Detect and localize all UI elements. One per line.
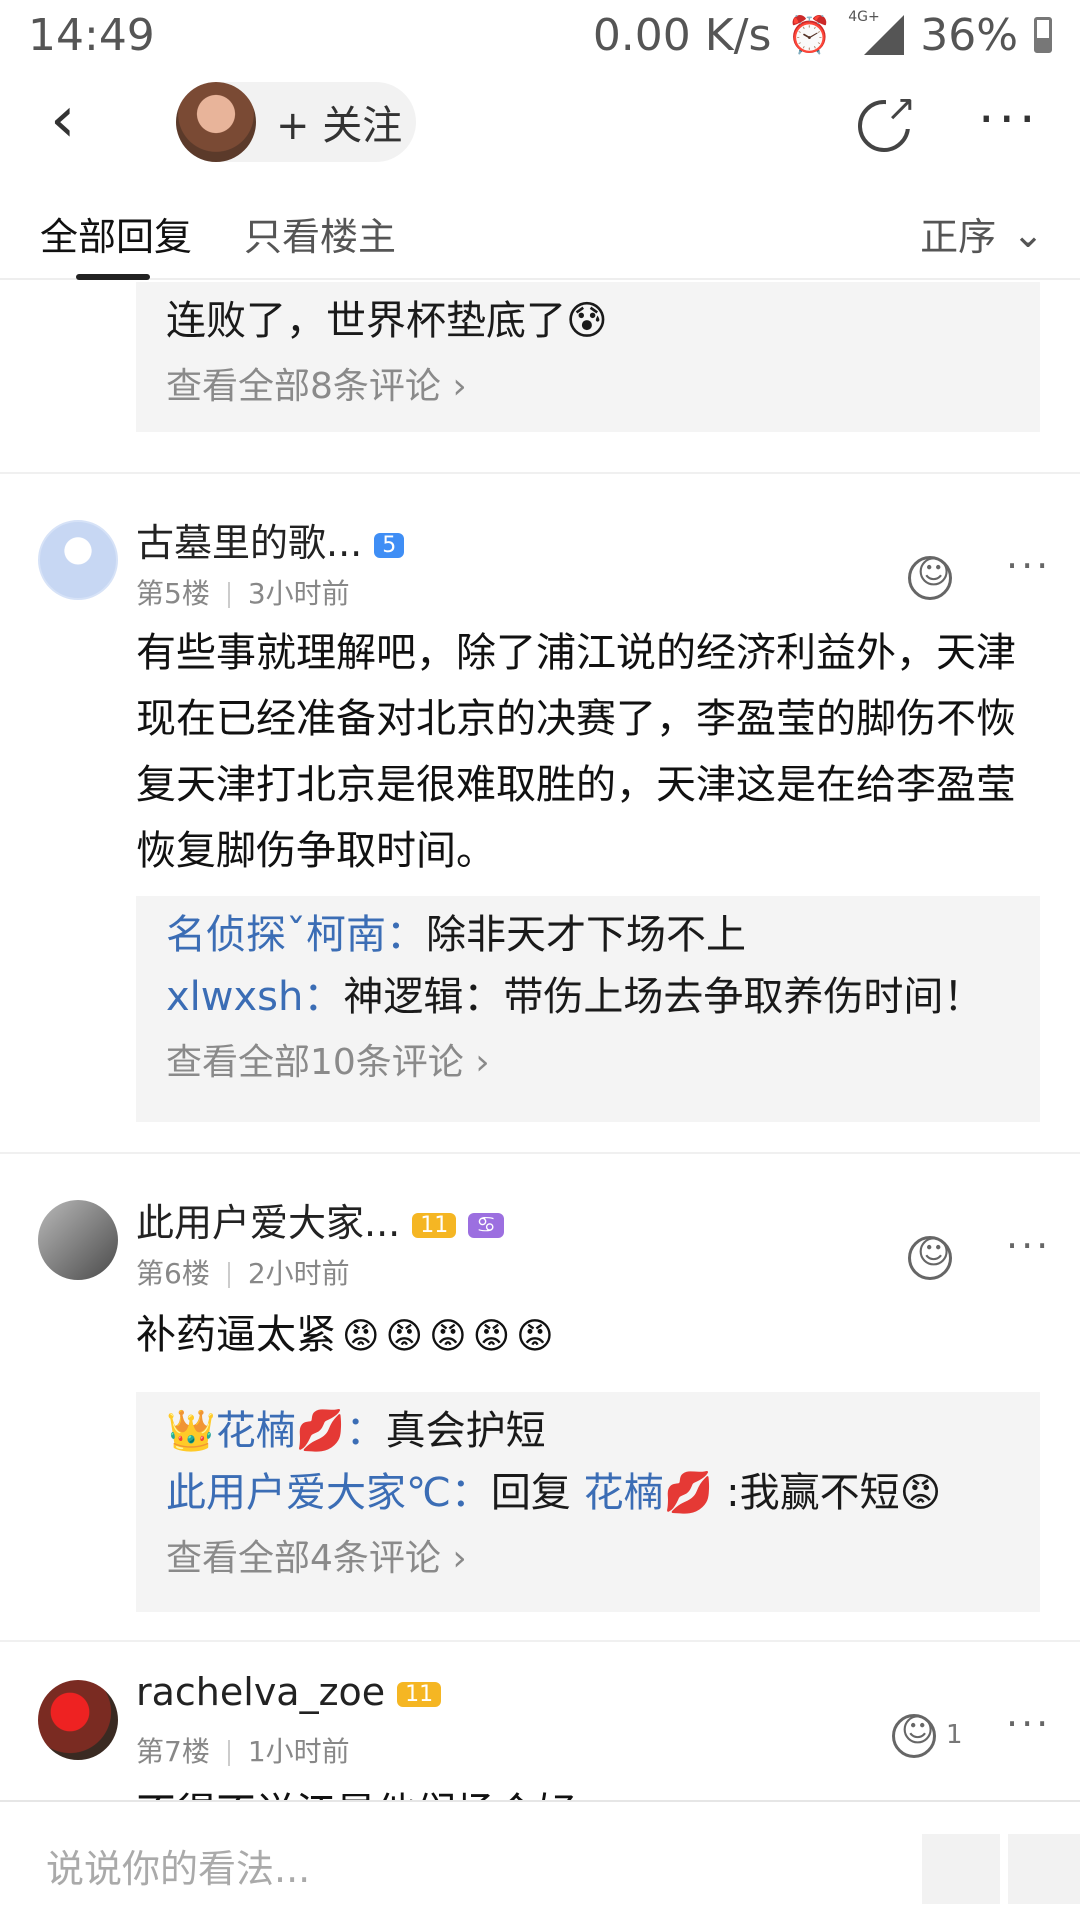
angry-emoji: 😡	[429, 1316, 467, 1357]
view-all-comments-link[interactable]: 查看全部10条评论 ›	[136, 1028, 1040, 1098]
reply-mention[interactable]: 花楠💋	[584, 1470, 714, 1516]
floor-more-icon[interactable]: ···	[1006, 544, 1051, 588]
reply-text: 除非天才下场不上	[426, 912, 746, 958]
floor-number: 第7楼	[136, 1735, 210, 1768]
zodiac-badge: ♋	[468, 1213, 504, 1238]
more-menu-icon[interactable]: ···	[978, 90, 1040, 150]
avatar[interactable]	[38, 520, 118, 600]
floor-number: 第5楼	[136, 577, 210, 610]
level-badge: 5	[374, 533, 405, 558]
meta-divider	[227, 1262, 230, 1288]
view-all-label: 查看全部8条评论	[166, 366, 441, 407]
status-indicators: 0.00 K/s ⏰ 4G+ 36%	[592, 9, 1052, 61]
reply-text: :我赢不短😡	[713, 1470, 942, 1516]
floor-content: 不得不说江是他们场合好...	[136, 1780, 1046, 1802]
reply-username[interactable]: 此用户爱大家℃：	[166, 1470, 491, 1516]
top-nav: ‹ + 关注 ···	[0, 70, 1080, 170]
sort-dropdown[interactable]: 正序 ⌄	[920, 206, 1044, 261]
reply-text: 真会护短	[385, 1408, 546, 1454]
reply-username[interactable]: 名侦探ˇ柯南：	[166, 912, 426, 958]
image-button[interactable]	[1008, 1834, 1080, 1904]
active-tab-indicator	[76, 274, 150, 280]
floor-content: 有些事就理解吧，除了浦江说的经济利益外，天津现在已经准备对北京的决赛了，李盈莹的…	[136, 630, 1016, 874]
floor-meta: 第5楼 3小时前	[136, 572, 350, 612]
username-text: 古墓里的歌...	[136, 521, 363, 565]
level-badge: 11	[412, 1213, 457, 1238]
reply-tail-text: 连败了，世界杯垫底了😰	[166, 298, 608, 344]
floor-number: 第6楼	[136, 1257, 210, 1290]
status-time: 14:49	[28, 9, 155, 61]
reaction-count: 1	[946, 1720, 963, 1750]
network-speed: 0.00 K/s	[592, 9, 772, 61]
share-icon[interactable]	[858, 88, 916, 152]
meta-divider	[227, 582, 230, 608]
floor-5: 古墓里的歌... 5 第5楼 3小时前 ··· 有些事就理解吧，除了浦江说的经济利益…	[0, 472, 1080, 1122]
view-all-comments-link[interactable]: 查看全部4条评论 ›	[136, 1524, 1040, 1594]
alarm-icon: ⏰	[787, 15, 833, 56]
floor-replies[interactable]: 👑花楠💋：真会护短 此用户爱大家℃：回复 花楠💋 :我赢不短😡 查看全部4条评论…	[136, 1392, 1040, 1612]
reply-item[interactable]: xlwxsh：神逻辑：带伤上场去争取养伤时间！	[136, 966, 1040, 1028]
post-time: 2小时前	[247, 1257, 350, 1290]
floor-meta: 第6楼 2小时前	[136, 1252, 350, 1292]
battery-percent: 36%	[920, 9, 1018, 61]
meta-divider	[227, 1740, 230, 1766]
post-time: 3小时前	[247, 577, 350, 610]
floor-more-icon[interactable]: ···	[1006, 1224, 1051, 1268]
view-all-comments-link[interactable]: 查看全部8条评论 ›	[136, 352, 1040, 422]
view-all-label: 查看全部4条评论	[166, 1538, 441, 1579]
floor-replies[interactable]: 名侦探ˇ柯南：除非天才下场不上 xlwxsh：神逻辑：带伤上场去争取养伤时间！ …	[136, 896, 1040, 1122]
reaction-icon[interactable]	[908, 553, 952, 600]
chevron-down-icon: ⌄	[1012, 211, 1044, 256]
username[interactable]: 此用户爱大家... 11 ♋	[136, 1192, 504, 1247]
angry-emoji: 😡	[472, 1316, 511, 1357]
comment-input-bar: 说说你的看法...	[0, 1800, 1080, 1920]
angry-emoji: 😡	[342, 1316, 380, 1357]
reply-list: 连败了，世界杯垫底了😰 查看全部8条评论 › 古墓里的歌... 5 第5楼 3小时前…	[0, 282, 1080, 1802]
reply-item[interactable]: 名侦探ˇ柯南：除非天才下场不上	[136, 896, 1040, 966]
level-badge: 11	[397, 1682, 442, 1707]
avatar[interactable]	[38, 1200, 118, 1280]
comment-input[interactable]: 说说你的看法...	[46, 1838, 310, 1893]
reaction-icon[interactable]	[892, 1711, 936, 1758]
tab-all-replies[interactable]: 全部回复	[40, 206, 192, 261]
username-text: rachelva_zoe	[136, 1670, 386, 1714]
reply-username[interactable]: 👑花楠💋：	[166, 1408, 386, 1454]
floor-more-icon[interactable]: ···	[1006, 1702, 1051, 1746]
avatar[interactable]	[38, 1680, 118, 1760]
username[interactable]: rachelva_zoe 11	[136, 1670, 442, 1714]
username-text: 此用户爱大家...	[136, 1201, 401, 1245]
prev-floor-replies[interactable]: 连败了，世界杯垫底了😰 查看全部8条评论 ›	[136, 282, 1040, 432]
emoji-button[interactable]	[922, 1834, 1000, 1904]
content-text: 补药逼太紧	[136, 1312, 336, 1358]
reply-text: 回复	[490, 1470, 584, 1516]
signal-icon: 4G+	[848, 9, 905, 55]
reply-filter-tabs: 全部回复 只看楼主 正序 ⌄	[0, 170, 1080, 280]
battery-icon	[1034, 17, 1052, 53]
reply-item[interactable]: 👑花楠💋：真会护短	[136, 1392, 1040, 1462]
floor-7: rachelva_zoe 11 第7楼 1小时前 1 ··· 不得不说江是他们场合好…	[0, 1640, 1080, 1802]
back-icon[interactable]: ‹	[50, 88, 110, 152]
angry-emoji: 😡	[385, 1316, 424, 1357]
status-bar: 14:49 0.00 K/s ⏰ 4G+ 36%	[0, 0, 1080, 70]
floor-content: 补药逼太紧 😡 😡 😡 😡 😡	[136, 1302, 1046, 1370]
reply-item[interactable]: 此用户爱大家℃：回复 花楠💋 :我赢不短😡	[136, 1462, 1040, 1524]
author-follow-pill[interactable]: + 关注	[176, 82, 416, 162]
sort-label: 正序	[920, 215, 997, 259]
floor-6: 此用户爱大家...11♋ 第6楼2小时前 ··· 补药逼太紧😡😡😡😡😡 👑花楠💋…	[0, 1152, 1080, 1612]
network-type-label: 4G+	[848, 9, 880, 25]
reply-username[interactable]: xlwxsh：	[166, 974, 343, 1020]
angry-emoji: 😡	[516, 1316, 554, 1357]
post-time: 1小时前	[247, 1735, 350, 1768]
floor-meta: 第7楼 1小时前	[136, 1730, 350, 1770]
author-avatar[interactable]	[176, 82, 256, 162]
reaction-icon[interactable]	[908, 1233, 952, 1280]
username[interactable]: 古墓里的歌... 5	[136, 512, 405, 567]
view-all-label: 查看全部10条评论	[166, 1042, 464, 1083]
follow-button[interactable]: + 关注	[276, 93, 402, 151]
reply-text: 神逻辑：带伤上场去争取养伤时间！	[343, 974, 984, 1020]
tab-op-only[interactable]: 只看楼主	[244, 206, 396, 261]
